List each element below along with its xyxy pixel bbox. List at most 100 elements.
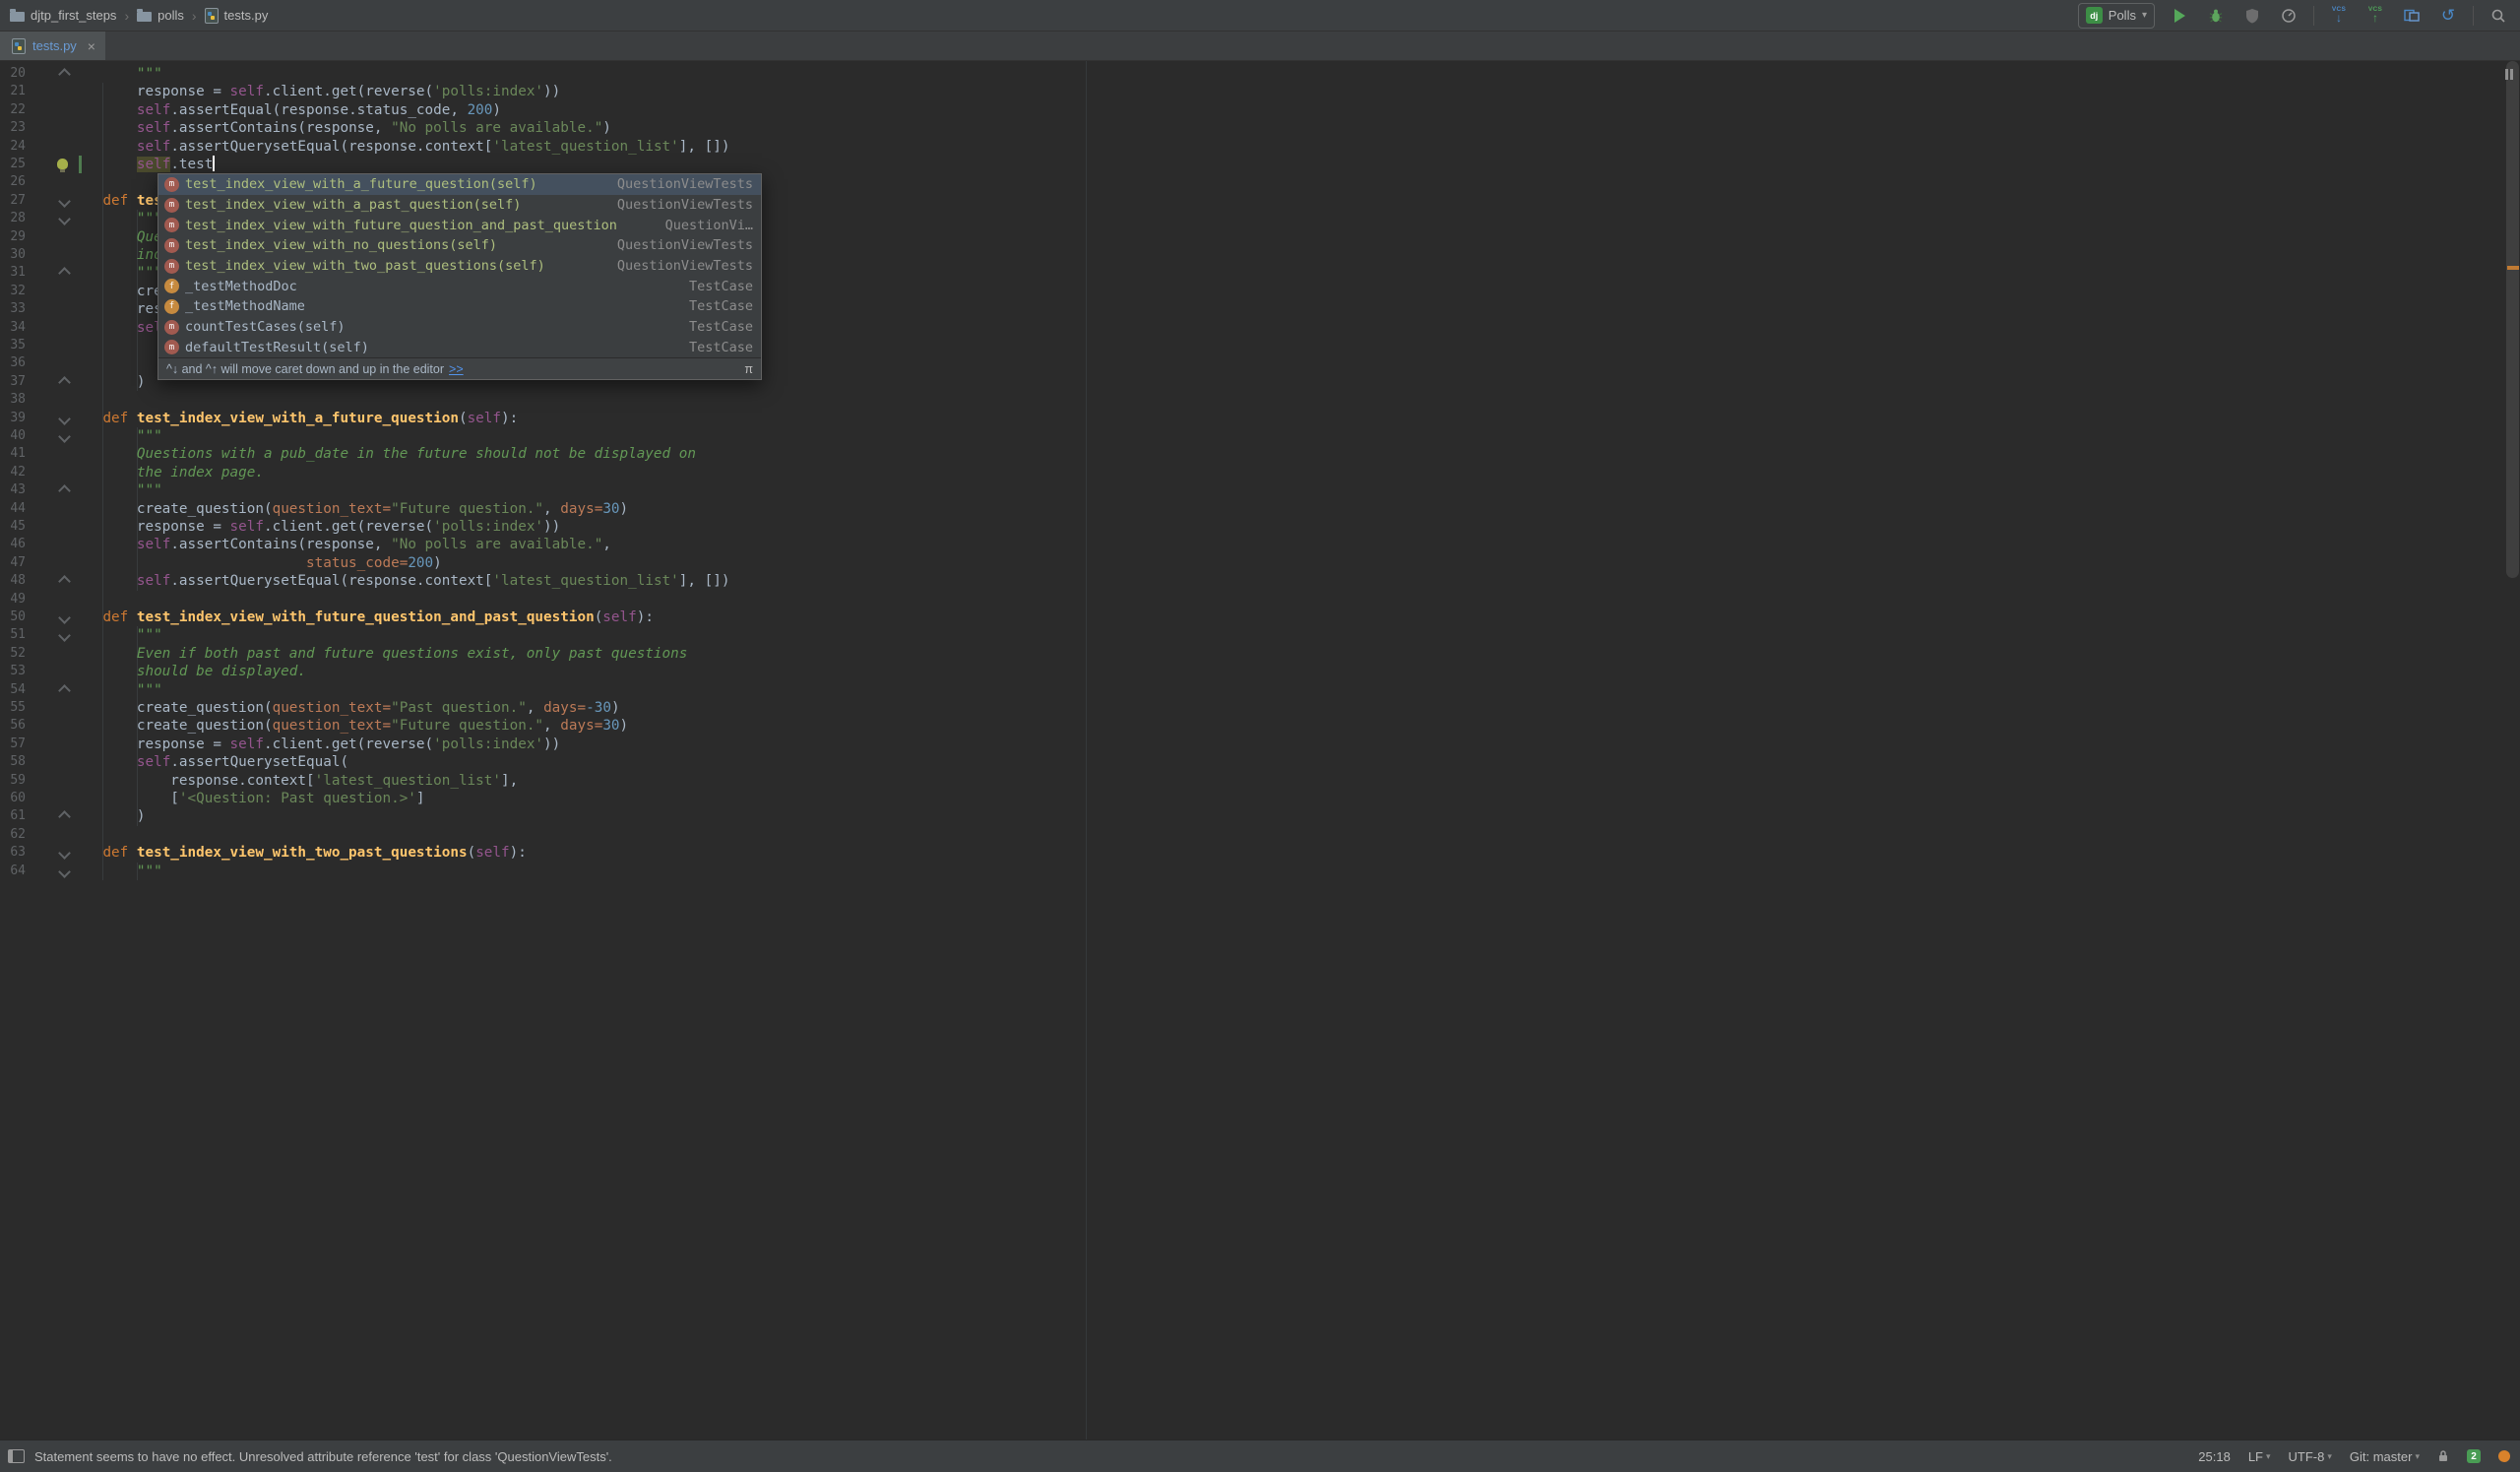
line-number: 48 xyxy=(10,573,26,589)
line-number: 55 xyxy=(10,700,26,715)
completion-item[interactable]: m test_index_view_with_no_questions(self)… xyxy=(158,235,761,256)
completion-origin-class: QuestionViewTests xyxy=(616,197,753,214)
close-tab-icon[interactable]: × xyxy=(88,38,95,54)
completion-label: _testMethodDoc xyxy=(185,278,297,294)
code-line[interactable]: """ xyxy=(69,264,162,282)
navigation-bar: djtp_first_steps › polls › tests.py dj P… xyxy=(0,0,2520,32)
code-line[interactable]: """ xyxy=(69,427,162,445)
code-line[interactable]: self.assertContains(response, "No polls … xyxy=(69,119,611,137)
toolbar-divider xyxy=(2473,5,2474,26)
code-line[interactable]: create_question(question_text="Past ques… xyxy=(69,699,620,717)
completion-label: test_index_view_with_a_past_question(sel… xyxy=(185,197,522,214)
completion-item[interactable]: m test_index_view_with_two_past_questions… xyxy=(158,256,761,277)
code-line[interactable]: def test_index_view_with_future_question… xyxy=(69,608,654,626)
code-line[interactable]: response = self.client.get(reverse('poll… xyxy=(69,83,560,100)
line-number: 43 xyxy=(10,482,26,498)
breadcrumb-item-tests-py[interactable]: tests.py xyxy=(204,7,268,24)
revert-button[interactable]: ↺ xyxy=(2436,4,2460,28)
code-line[interactable]: self.test xyxy=(69,156,216,173)
line-number: 32 xyxy=(10,283,26,298)
debug-button[interactable] xyxy=(2204,4,2228,28)
code-line[interactable]: self.assertQuerysetEqual(response.contex… xyxy=(69,572,730,590)
line-number: 22 xyxy=(10,101,26,117)
readonly-toggle[interactable] xyxy=(2437,1449,2449,1463)
vcs-update-icon: VCS ↓ xyxy=(2331,5,2347,26)
vcs-commit-button[interactable]: VCS ↑ xyxy=(2363,4,2387,28)
completion-list: m test_index_view_with_a_future_question(… xyxy=(158,174,761,357)
completion-item[interactable]: m test_index_view_with_a_past_question(se… xyxy=(158,195,761,216)
breadcrumb-item-project[interactable]: djtp_first_steps xyxy=(10,8,116,23)
editor-tabs: tests.py × xyxy=(0,32,2520,61)
completion-item[interactable]: f _testMethodDoc TestCase xyxy=(158,276,761,296)
code-line[interactable]: """ xyxy=(69,626,162,644)
tab-tests-py[interactable]: tests.py × xyxy=(0,32,105,60)
code-line[interactable]: response = self.client.get(reverse('poll… xyxy=(69,518,560,536)
git-branch-selector[interactable]: Git: master ▾ xyxy=(2350,1449,2420,1464)
profiler-button[interactable] xyxy=(2277,4,2300,28)
code-line[interactable]: """ xyxy=(69,863,162,880)
inspections-profile-icon[interactable]: 2 xyxy=(2467,1449,2481,1463)
line-number: 37 xyxy=(10,373,26,389)
vcs-update-button[interactable]: VCS ↓ xyxy=(2327,4,2351,28)
django-run-config-icon: dj xyxy=(2085,7,2103,24)
line-number: 30 xyxy=(10,247,26,262)
code-line[interactable]: ) xyxy=(69,807,146,825)
toolwindow-toggle-icon[interactable] xyxy=(8,1449,25,1463)
code-line[interactable]: def test_index_view_with_a_future_questi… xyxy=(69,410,518,427)
completion-origin-class: TestCase xyxy=(688,339,753,355)
breadcrumb-item-polls[interactable]: polls xyxy=(137,8,184,23)
completion-item[interactable]: f _testMethodName TestCase xyxy=(158,296,761,317)
editor[interactable]: 20 """ 21 response = self.client.get(reve… xyxy=(0,61,2520,1440)
code-line[interactable]: Questions with a pub_date in the future … xyxy=(69,445,696,463)
intention-bulb-icon[interactable] xyxy=(57,159,68,172)
code-line[interactable]: status_code=200) xyxy=(69,554,442,572)
breadcrumb-label: djtp_first_steps xyxy=(31,8,117,23)
run-with-coverage-button[interactable] xyxy=(2240,4,2264,28)
code-line[interactable]: """ xyxy=(69,681,162,699)
code-line[interactable]: """ xyxy=(69,481,162,499)
event-log-icon[interactable] xyxy=(2498,1450,2510,1462)
search-everywhere-button[interactable] xyxy=(2487,4,2510,28)
code-line[interactable]: def test_index_view_with_two_past_questi… xyxy=(69,844,526,862)
completion-hint-link[interactable]: >> xyxy=(449,362,464,376)
line-ending-selector[interactable]: LF ▾ xyxy=(2248,1449,2271,1464)
completion-label: _testMethodName xyxy=(185,298,305,315)
code-line[interactable]: """ xyxy=(69,210,162,227)
pycharm-window: djtp_first_steps › polls › tests.py dj P… xyxy=(0,0,2520,1472)
line-number: 64 xyxy=(10,863,26,878)
status-message: Statement seems to have no effect. Unres… xyxy=(34,1448,612,1464)
error-stripe-mark[interactable] xyxy=(2507,266,2519,270)
code-line[interactable]: self.assertQuerysetEqual(response.contex… xyxy=(69,138,730,156)
diff-button[interactable] xyxy=(2400,4,2424,28)
code-line[interactable]: create_question(question_text="Future qu… xyxy=(69,717,628,735)
run-config-selector[interactable]: dj Polls ▾ xyxy=(2077,2,2155,29)
code-line[interactable]: should be displayed. xyxy=(69,663,306,680)
code-line[interactable]: """ xyxy=(69,65,162,83)
completion-label: test_index_view_with_two_past_questions(… xyxy=(185,258,545,275)
scrollbar[interactable] xyxy=(2506,61,2519,578)
encoding-selector[interactable]: UTF-8 ▾ xyxy=(2289,1449,2332,1464)
text-caret xyxy=(213,156,216,171)
line-number: 31 xyxy=(10,265,26,281)
code-line[interactable]: ['<Question: Past question.>'] xyxy=(69,790,424,807)
code-line[interactable]: self.assertEqual(response.status_code, 2… xyxy=(69,101,501,119)
code-line[interactable]: response = self.client.get(reverse('poll… xyxy=(69,736,560,753)
completion-item[interactable]: m countTestCases(self) TestCase xyxy=(158,317,761,338)
code-line[interactable]: response.context['latest_question_list']… xyxy=(69,772,518,790)
code-line[interactable]: Even if both past and future questions e… xyxy=(69,645,688,663)
completion-item[interactable]: m test_index_view_with_future_question_an… xyxy=(158,215,761,235)
code-line[interactable]: create_question(question_text="Future qu… xyxy=(69,500,628,518)
line-number: 26 xyxy=(10,174,26,190)
run-button[interactable] xyxy=(2168,4,2191,28)
completion-item[interactable]: m defaultTestResult(self) TestCase xyxy=(158,338,761,358)
code-line[interactable]: self.assertQuerysetEqual( xyxy=(69,753,348,771)
line-number: 28 xyxy=(10,211,26,226)
code-line[interactable]: the index page. xyxy=(69,464,264,481)
completion-item[interactable]: m test_index_view_with_a_future_question(… xyxy=(158,174,761,195)
code-line[interactable]: ) xyxy=(69,373,146,391)
code-line[interactable]: self.assertContains(response, "No polls … xyxy=(69,536,611,553)
caret-position[interactable]: 25:18 xyxy=(2198,1449,2231,1464)
status-left: Statement seems to have no effect. Unres… xyxy=(0,1449,2198,1464)
toolbar-divider xyxy=(2313,5,2314,26)
line-number: 42 xyxy=(10,464,26,480)
